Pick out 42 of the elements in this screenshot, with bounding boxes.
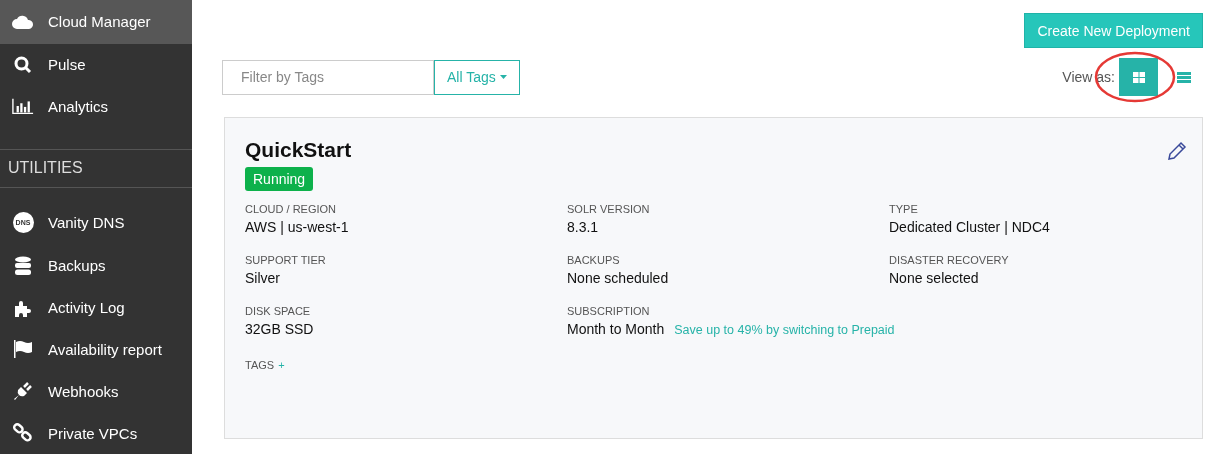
field-value: 8.3.1 [567, 219, 599, 235]
sidebar-item[interactable]: Pulse [0, 43, 192, 86]
field-label: DISASTER RECOVERY [889, 254, 1010, 266]
field-label: SUPPORT TIER [245, 254, 327, 266]
grid-icon [1132, 71, 1145, 83]
cloud-icon [12, 14, 34, 29]
tags-label: TAGS [245, 359, 275, 371]
database-icon [14, 255, 32, 276]
list-icon [1176, 71, 1191, 83]
sidebar-item[interactable]: Cloud Manager [0, 0, 192, 44]
field-label: TYPE [889, 203, 919, 215]
sidebar-item[interactable]: Availability report [0, 328, 192, 371]
bar-chart-icon [12, 97, 34, 116]
caret-icon [499, 75, 507, 79]
field-value: AWS | us-west-1 [245, 219, 349, 235]
view-label: View as: [1062, 69, 1115, 85]
plug-icon [13, 381, 33, 402]
sidebar-item[interactable]: Private VPCs [0, 412, 192, 454]
sidebar-item[interactable]: Analytics [0, 85, 192, 128]
field-value: None selected [889, 270, 979, 286]
field-value: None scheduled [567, 270, 669, 286]
link-icon [13, 423, 33, 444]
field-value: Silver [245, 270, 280, 286]
sidebar-item[interactable]: Webhooks [0, 370, 192, 413]
field-value: 32GB SSD [245, 321, 314, 337]
field-label: SOLR VERSION [567, 203, 651, 215]
status-badge: Running [245, 167, 314, 191]
field-value: Dedicated Cluster | NDC4 [889, 219, 1050, 235]
deployment-title: QuickStart [245, 138, 352, 162]
field-value: Month to Month [567, 321, 665, 337]
flag-icon [13, 340, 33, 359]
section-title: UTILITIES [7, 158, 84, 179]
field-label: CLOUD / REGION [245, 203, 338, 215]
field-label: SUBSCRIPTION [567, 305, 651, 317]
sidebar-item[interactable]: Backups [0, 244, 192, 287]
sidebar-item[interactable]: Activity Log [0, 286, 192, 329]
field-label: BACKUPS [567, 254, 621, 266]
filter-field[interactable]: Filter by Tags [222, 59, 434, 95]
search-icon [14, 55, 32, 74]
field-label: DISK SPACE [245, 305, 312, 317]
edit-icon[interactable] [1166, 140, 1188, 162]
grid-view-button[interactable] [1119, 58, 1158, 96]
